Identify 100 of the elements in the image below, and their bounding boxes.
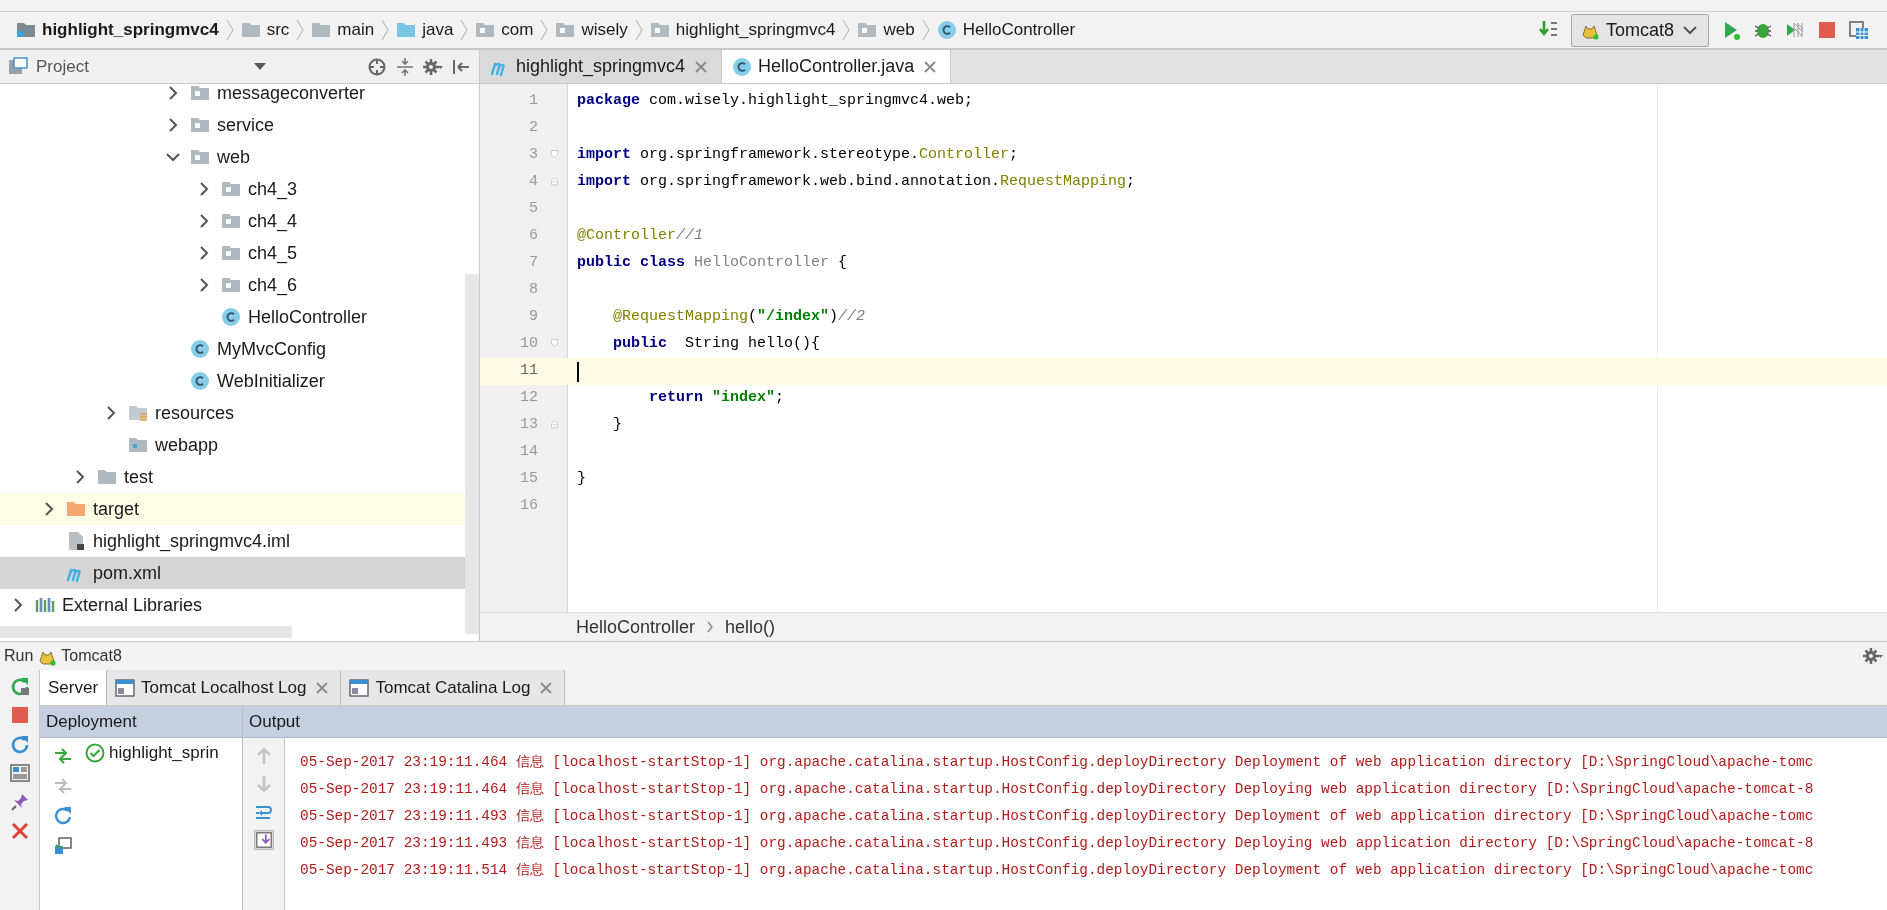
class-icon bbox=[936, 20, 957, 40]
class-icon bbox=[732, 56, 753, 77]
close-icon[interactable] bbox=[9, 821, 30, 841]
code-line: @RequestMapping("/index")//2 bbox=[612, 307, 866, 328]
line-number: 3 bbox=[528, 145, 538, 166]
package-folder-icon bbox=[649, 20, 670, 40]
tree-item[interactable]: messageconverter bbox=[0, 84, 465, 109]
breadcrumb[interactable]: web bbox=[853, 17, 919, 43]
tree-item[interactable]: pom.xml bbox=[0, 557, 465, 589]
code-line: public class HelloController { bbox=[577, 253, 848, 274]
breadcrumb[interactable]: HelloController bbox=[932, 17, 1080, 43]
code-line: import org.springframework.stereotype.Controller; bbox=[577, 145, 1019, 166]
breadcrumb[interactable]: src bbox=[236, 17, 294, 43]
package-folder-icon bbox=[189, 84, 211, 103]
breadcrumb[interactable]: highlight_springmvc4 bbox=[645, 17, 840, 43]
run-configuration-dropdown[interactable]: Tomcat8 bbox=[1570, 13, 1709, 47]
line-number: 14 bbox=[519, 442, 538, 463]
locate-icon[interactable] bbox=[367, 56, 387, 77]
folder-icon bbox=[240, 20, 261, 40]
code-line: } bbox=[612, 415, 622, 436]
folder-icon bbox=[65, 499, 87, 519]
line-number: 13 bbox=[519, 415, 538, 436]
pin-icon[interactable] bbox=[9, 792, 30, 812]
module-folder-icon bbox=[16, 20, 36, 40]
refresh-icon[interactable] bbox=[52, 806, 73, 826]
package-folder-icon bbox=[220, 179, 242, 199]
line-number: 15 bbox=[519, 469, 538, 490]
separator-icon bbox=[459, 19, 470, 41]
panel-title: Run bbox=[4, 646, 34, 666]
code-line: return "index"; bbox=[648, 388, 785, 409]
package-folder-icon bbox=[555, 20, 576, 40]
tree-item[interactable]: webapp bbox=[0, 429, 465, 461]
stop-icon[interactable] bbox=[1817, 20, 1837, 40]
scrollbar[interactable] bbox=[0, 626, 292, 638]
refresh-icon[interactable] bbox=[9, 734, 30, 754]
line-number: 9 bbox=[528, 307, 538, 328]
class-icon bbox=[189, 339, 211, 359]
breadcrumb[interactable]: main bbox=[307, 17, 379, 43]
package-folder-icon bbox=[220, 275, 242, 295]
line-number: 11 bbox=[519, 361, 538, 382]
package-folder-icon bbox=[189, 115, 211, 135]
tree-item[interactable]: target bbox=[0, 493, 465, 525]
stop-icon[interactable] bbox=[9, 705, 30, 725]
library-icon bbox=[34, 595, 56, 615]
scroll-to-end-icon[interactable] bbox=[253, 830, 274, 850]
editor-tab[interactable]: HelloController.java bbox=[722, 50, 952, 83]
code-line: @Controller//1 bbox=[577, 226, 704, 247]
deployment-item[interactable]: highlight_sprin bbox=[109, 740, 219, 766]
settings-icon[interactable] bbox=[1863, 646, 1883, 666]
line-number: 2 bbox=[528, 118, 538, 139]
tree-item[interactable]: ch4_5 bbox=[0, 237, 465, 269]
breadcrumb[interactable]: java bbox=[392, 17, 458, 43]
package-folder-icon bbox=[220, 211, 242, 231]
project-structure-icon[interactable] bbox=[1849, 20, 1869, 40]
tree-item[interactable]: ch4_3 bbox=[0, 173, 465, 205]
settings-icon[interactable] bbox=[423, 56, 443, 77]
tree-item[interactable]: resources bbox=[0, 397, 465, 429]
separator-icon bbox=[539, 19, 550, 41]
tree-item[interactable]: service bbox=[0, 109, 465, 141]
tree-item[interactable]: WebInitializer bbox=[0, 365, 465, 397]
tree-item[interactable]: ch4_6 bbox=[0, 269, 465, 301]
panel-tab[interactable]: Tomcat Localhost Log bbox=[107, 670, 342, 705]
line-number: 8 bbox=[528, 280, 538, 301]
editor-tab[interactable]: highlight_springmvc4 bbox=[480, 50, 723, 83]
breadcrumb[interactable]: highlight_springmvc4 bbox=[12, 17, 223, 43]
coverage-icon[interactable] bbox=[1785, 20, 1805, 40]
panel-tab[interactable]: Tomcat Catalina Log bbox=[341, 670, 566, 705]
separator-icon bbox=[633, 19, 644, 41]
breadcrumb[interactable]: HelloController bbox=[576, 613, 696, 641]
deploy-icon[interactable] bbox=[52, 746, 73, 766]
run-configuration-name: Tomcat8 bbox=[61, 646, 122, 666]
tree-item[interactable]: test bbox=[0, 461, 465, 493]
log-line: 05-Sep-2017 23:19:11.493 信息 [localhost-startStop-1] org.apache.catalina.startup.HostConfig.deployDirectory Deployment of web application directory [D:\SpringCloud\apache-tomc bbox=[300, 807, 1814, 826]
code-line: public String hello(){ bbox=[612, 334, 821, 355]
tree-item[interactable]: MyMvcConfig bbox=[0, 333, 465, 365]
package-folder-icon bbox=[857, 20, 878, 40]
tree-item[interactable]: highlight_springmvc4.iml bbox=[0, 525, 465, 557]
line-number: 12 bbox=[519, 388, 538, 409]
line-number: 1 bbox=[528, 91, 538, 112]
rerun-icon[interactable] bbox=[9, 676, 30, 696]
tree-item[interactable]: HelloController bbox=[0, 301, 465, 333]
layout-icon[interactable] bbox=[9, 763, 30, 783]
line-number: 4 bbox=[528, 172, 538, 193]
class-icon bbox=[220, 307, 242, 327]
scrollbar[interactable] bbox=[465, 274, 479, 634]
breadcrumb[interactable]: com bbox=[471, 17, 538, 43]
tree-item[interactable]: External Libraries bbox=[0, 589, 465, 621]
breadcrumb[interactable]: wisely bbox=[551, 17, 632, 43]
log-icon bbox=[115, 677, 136, 698]
panel-tab[interactable]: Server bbox=[40, 670, 108, 705]
tree-item[interactable]: ch4_4 bbox=[0, 205, 465, 237]
project-icon bbox=[8, 56, 28, 77]
separator-icon bbox=[841, 19, 852, 41]
breadcrumb[interactable]: hello() bbox=[725, 613, 776, 641]
folder-icon bbox=[396, 20, 417, 40]
separator-icon bbox=[224, 19, 235, 41]
tree-item[interactable]: web bbox=[0, 141, 465, 173]
artifacts-icon[interactable] bbox=[52, 836, 73, 856]
undeploy-icon[interactable] bbox=[52, 776, 73, 796]
collapse-icon[interactable] bbox=[395, 56, 415, 77]
